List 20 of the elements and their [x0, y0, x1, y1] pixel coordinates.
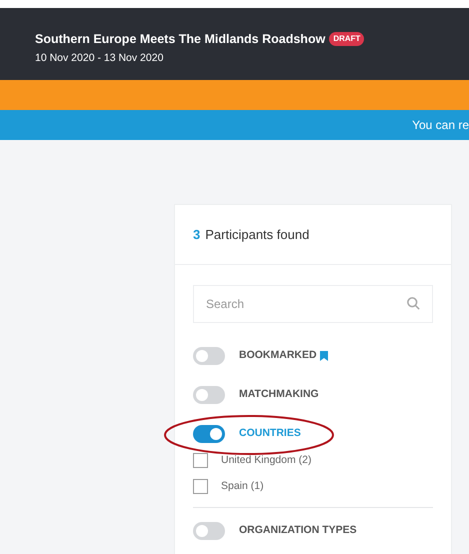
- toggle-switch[interactable]: [193, 425, 225, 443]
- event-dates: 10 Nov 2020 - 13 Nov 2020: [35, 50, 164, 66]
- filter-label: COUNTRIES: [239, 426, 301, 442]
- toggle-switch[interactable]: [193, 347, 225, 365]
- option-label: United Kingdom (2): [221, 453, 312, 468]
- filter-label: BOOKMARKED: [239, 348, 317, 364]
- toggle-switch[interactable]: [193, 522, 225, 540]
- option-label: Spain (1): [221, 478, 264, 494]
- participant-count: 3: [193, 226, 200, 244]
- participants-label: Participants found: [205, 226, 310, 244]
- search-field[interactable]: Search: [193, 285, 433, 323]
- filter-label: ORGANIZATION TYPES: [239, 522, 357, 538]
- filter-label: MATCHMAKING: [239, 387, 319, 402]
- checkbox[interactable]: [193, 479, 208, 494]
- event-title: Southern Europe Meets The Midlands Roadshow: [35, 31, 326, 48]
- toggle-switch[interactable]: [193, 386, 225, 404]
- draft-badge: DRAFT: [329, 32, 364, 46]
- checkbox[interactable]: [193, 453, 208, 468]
- search-icon: [406, 296, 421, 311]
- notice-text: You can re: [412, 117, 469, 134]
